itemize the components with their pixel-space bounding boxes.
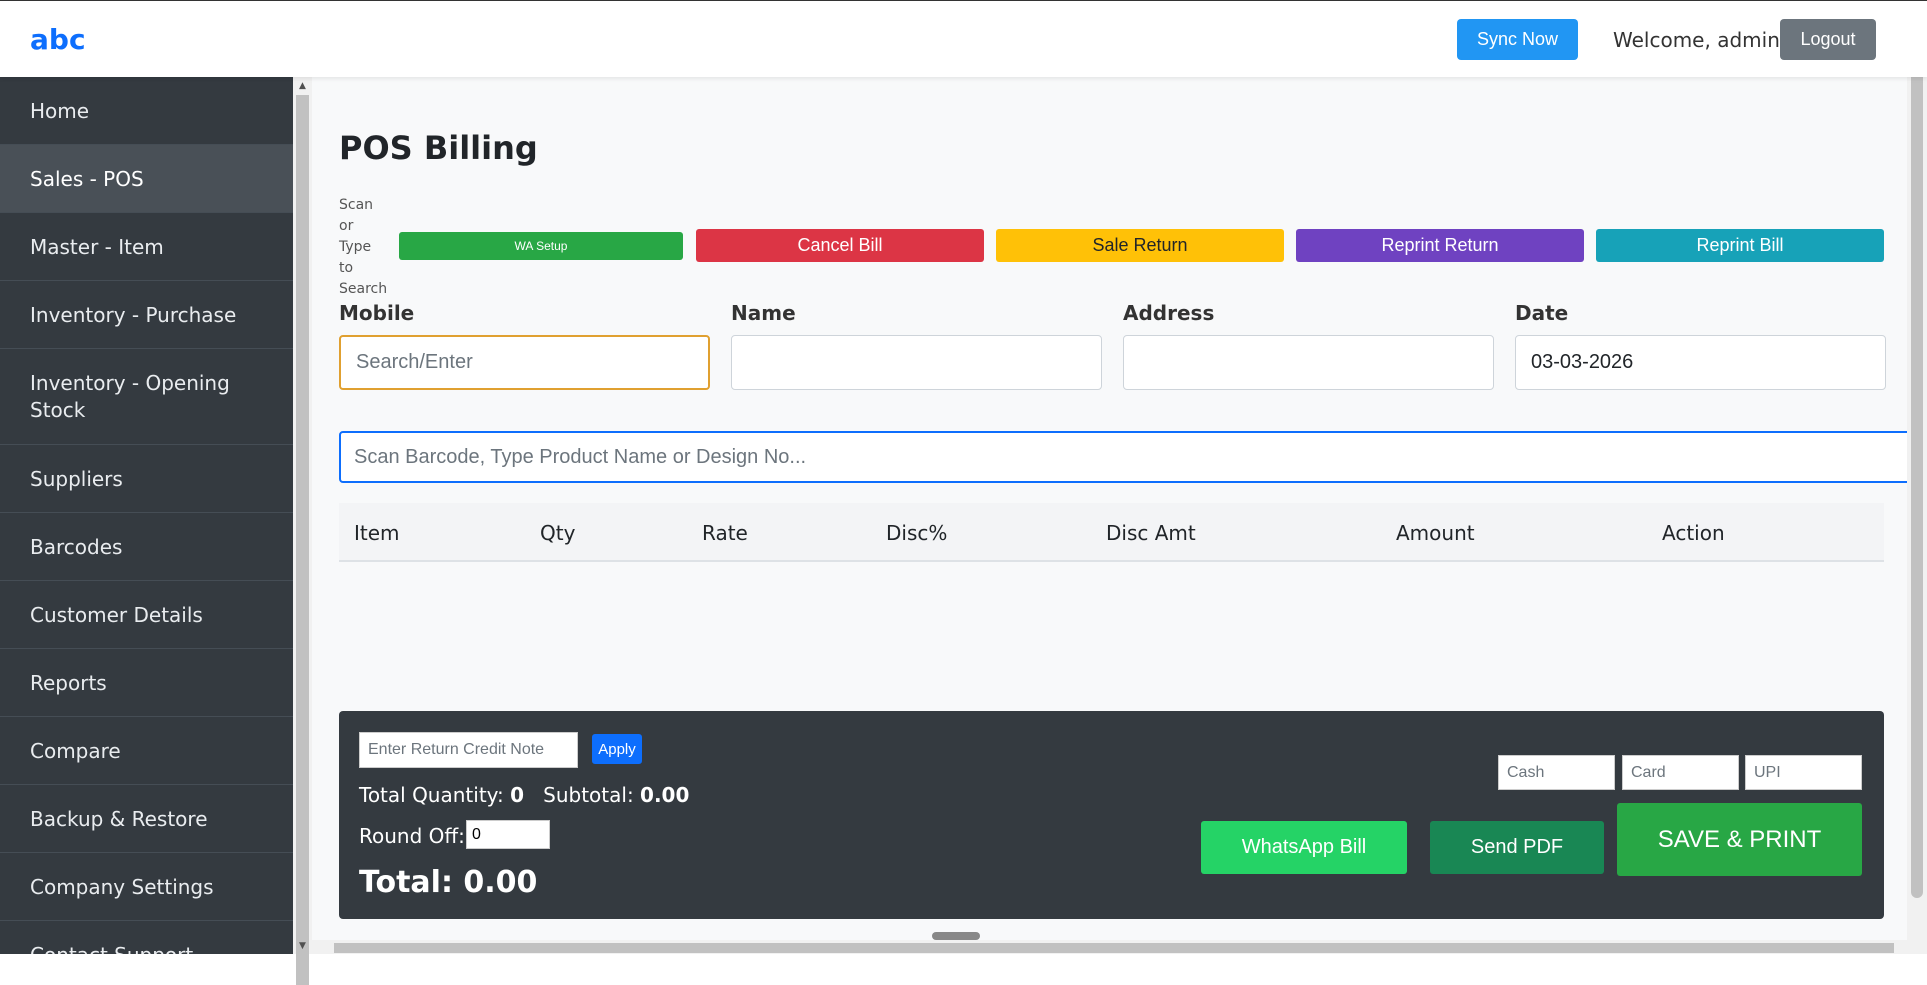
subtotal-label: Subtotal: — [543, 783, 634, 807]
page-scrollbar[interactable] — [1907, 0, 1927, 954]
round-off-input[interactable] — [466, 820, 550, 849]
main-content: POS Billing Scan or Type to Search WA Se… — [312, 77, 1907, 954]
page-title: POS Billing — [339, 129, 538, 167]
card-input[interactable] — [1622, 755, 1739, 790]
date-label: Date — [1515, 301, 1569, 325]
sidebar-item-contact-support[interactable]: Contact Support — [0, 921, 293, 955]
sidebar-item-reports[interactable]: Reports — [0, 649, 293, 717]
sidebar-scrollbar-thumb[interactable] — [296, 95, 309, 985]
reprint-bill-button[interactable]: Reprint Bill — [1596, 229, 1884, 262]
totals-summary: Total Quantity: 0 Subtotal: 0.00 — [359, 783, 689, 807]
address-input[interactable] — [1123, 335, 1494, 390]
send-pdf-button[interactable]: Send PDF — [1430, 821, 1604, 874]
apply-button[interactable]: Apply — [592, 734, 642, 764]
whatsapp-bill-button[interactable]: WhatsApp Bill — [1201, 821, 1407, 874]
column-header-qty: Qty — [540, 521, 576, 545]
sidebar-item-master-item[interactable]: Master - Item — [0, 213, 293, 281]
welcome-text: Welcome, admin — [1613, 28, 1780, 52]
sidebar-item-barcodes[interactable]: Barcodes — [0, 513, 293, 581]
top-navbar: abc Sync Now Welcome, admin Logout — [0, 0, 1927, 77]
sidebar-item-home[interactable]: Home — [0, 77, 293, 145]
total-quantity-label: Total Quantity: — [359, 783, 504, 807]
sidebar-item-compare[interactable]: Compare — [0, 717, 293, 785]
total-quantity-value: 0 — [510, 783, 525, 807]
name-input[interactable] — [731, 335, 1102, 390]
mobile-label: Mobile — [339, 301, 415, 325]
column-header-amount: Amount — [1396, 521, 1475, 545]
sidebar-item-inventory-purchase[interactable]: Inventory - Purchase — [0, 281, 293, 349]
cash-input[interactable] — [1498, 755, 1615, 790]
horizontal-scrollbar[interactable] — [312, 940, 1907, 954]
sidebar-scrollbar[interactable]: ▲ ▼ — [293, 77, 312, 985]
round-off-label: Round Off: — [359, 824, 465, 848]
subtotal-value: 0.00 — [640, 783, 690, 807]
sidebar: Home Sales - POS Master - Item Inventory… — [0, 77, 293, 954]
name-label: Name — [731, 301, 796, 325]
column-header-disc-percent: Disc% — [886, 521, 948, 545]
mobile-input[interactable] — [339, 335, 710, 390]
column-header-action: Action — [1662, 521, 1725, 545]
page-scrollbar-thumb[interactable] — [1911, 18, 1923, 898]
billing-footer: Apply Total Quantity: 0 Subtotal: 0.00 R… — [339, 711, 1884, 919]
return-credit-note-input[interactable] — [359, 732, 578, 768]
brand-logo[interactable]: abc — [30, 23, 86, 56]
address-label: Address — [1123, 301, 1215, 325]
scroll-up-arrow-icon[interactable]: ▲ — [293, 81, 312, 91]
wa-setup-button[interactable]: WA Setup — [399, 232, 683, 260]
logout-button[interactable]: Logout — [1780, 19, 1876, 60]
reprint-return-button[interactable]: Reprint Return — [1296, 229, 1584, 262]
grand-total: Total: 0.00 — [359, 865, 538, 900]
sidebar-item-company-settings[interactable]: Company Settings — [0, 853, 293, 921]
items-table-header: Item Qty Rate Disc% Disc Amt Amount Acti… — [339, 503, 1884, 562]
cancel-bill-button[interactable]: Cancel Bill — [696, 229, 984, 262]
horizontal-scrollbar-thumb[interactable] — [334, 943, 1894, 953]
sidebar-item-suppliers[interactable]: Suppliers — [0, 445, 293, 513]
date-input[interactable] — [1515, 335, 1886, 390]
upi-input[interactable] — [1745, 755, 1862, 790]
sidebar-item-customer-details[interactable]: Customer Details — [0, 581, 293, 649]
column-header-item: Item — [354, 521, 400, 545]
scroll-down-arrow-icon[interactable]: ▼ — [293, 941, 312, 951]
drag-handle[interactable] — [932, 932, 980, 940]
sync-now-button[interactable]: Sync Now — [1457, 19, 1578, 60]
sidebar-item-sales-pos[interactable]: Sales - POS — [0, 145, 293, 213]
save-print-button[interactable]: SAVE & PRINT — [1617, 803, 1862, 876]
sale-return-button[interactable]: Sale Return — [996, 229, 1284, 262]
column-header-rate: Rate — [702, 521, 748, 545]
column-header-disc-amt: Disc Amt — [1106, 521, 1196, 545]
scan-hint: Scan or Type to Search — [339, 197, 388, 297]
sidebar-item-inventory-opening-stock[interactable]: Inventory - Opening Stock — [0, 349, 293, 445]
sidebar-item-backup-restore[interactable]: Backup & Restore — [0, 785, 293, 853]
barcode-search-input[interactable] — [339, 431, 1907, 483]
